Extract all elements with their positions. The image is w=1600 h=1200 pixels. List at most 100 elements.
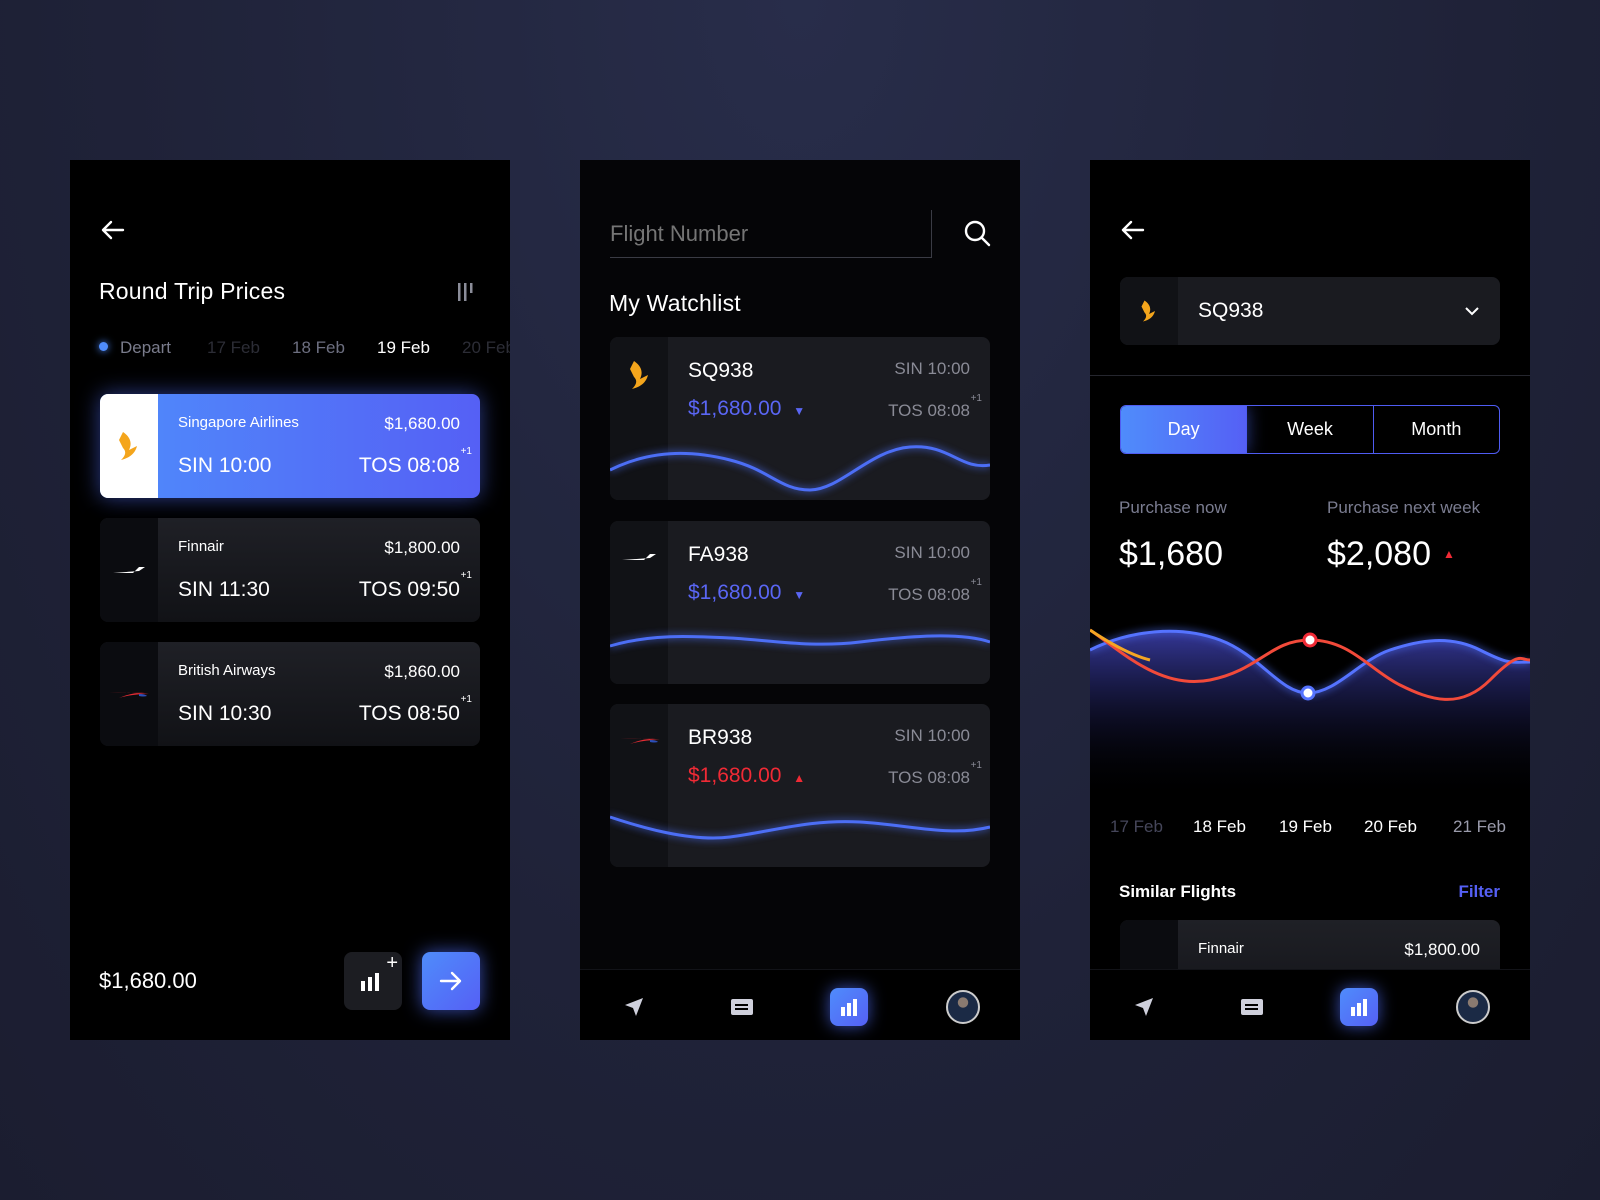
singapore-airlines-logo <box>1120 277 1178 345</box>
watchlist-screen: My Watchlist SQ938 $1,680.00 ▼ SIN 10:00… <box>580 160 1020 1040</box>
flight-code: SQ938 <box>688 359 754 382</box>
navigate-icon[interactable] <box>1125 988 1163 1026</box>
filter-link[interactable]: Filter <box>1458 882 1500 902</box>
flight-card-singapore[interactable]: Singapore Airlines $1,680.00 SIN 10:00 T… <box>100 394 480 498</box>
watch-price: $1,680.00 ▼ <box>688 397 805 421</box>
add-to-watchlist-button[interactable]: + <box>344 952 402 1010</box>
tab-week[interactable]: Week <box>1246 406 1372 453</box>
selected-flight: SQ938 <box>1198 299 1264 322</box>
price-trend-line <box>610 815 990 840</box>
depart-label: Depart <box>120 338 172 357</box>
profile-avatar[interactable] <box>1456 990 1490 1024</box>
next-day-badge: +1 <box>460 446 472 457</box>
round-trip-screen: Round Trip Prices Depart 17 Feb 18 Feb 1… <box>70 160 510 1040</box>
price-trend-line <box>610 634 990 648</box>
chart-date-20-feb[interactable]: 20 Feb <box>1364 817 1417 837</box>
chart-date-17-feb[interactable]: 17 Feb <box>1110 817 1163 837</box>
watchlist-item-fa938[interactable]: FA938 $1,680.00 ▼ SIN 10:00 TOS 08:08 +1 <box>610 521 990 684</box>
tab-day[interactable]: Day <box>1121 406 1247 453</box>
stats-icon[interactable] <box>1340 988 1378 1026</box>
next-day-badge: +1 <box>460 694 472 705</box>
trend-up-icon: ▲ <box>793 771 806 785</box>
price-forecast-chart <box>1090 628 1530 800</box>
chart-date-18-feb[interactable]: 18 Feb <box>1193 817 1246 837</box>
watch-price: $1,680.00 ▼ <box>688 581 805 605</box>
trend-down-icon: ▼ <box>793 588 806 602</box>
price-trend-line <box>610 445 990 492</box>
period-tabs: Day Week Month <box>1120 405 1500 454</box>
chart-point-red[interactable] <box>1302 632 1318 648</box>
chart-date-19-feb[interactable]: 19 Feb <box>1279 817 1332 837</box>
finnair-logo <box>100 518 158 622</box>
back-arrow-icon[interactable] <box>98 215 128 245</box>
flight-detail-screen: SQ938 Day Week Month Purchase now $1,680… <box>1090 160 1530 1040</box>
departure: SIN 10:00 <box>894 359 970 378</box>
arrival: TOS 08:08 <box>888 768 970 787</box>
depart-dot <box>99 342 108 351</box>
flight-card-finnair[interactable]: Finnair $1,800.00 SIN 11:30 TOS 09:50 +1 <box>100 518 480 622</box>
filter-bars-icon[interactable] <box>456 280 476 302</box>
singapore-airlines-logo <box>100 394 158 498</box>
departure: SIN 10:00 <box>178 454 272 477</box>
purchase-now-value: $1,680 <box>1119 535 1223 573</box>
flight-code: BR938 <box>688 726 753 749</box>
flight-code: FA938 <box>688 543 749 566</box>
next-day-badge: +1 <box>460 570 472 581</box>
profile-avatar[interactable] <box>946 990 980 1024</box>
departure: SIN 11:30 <box>178 578 270 601</box>
navigate-icon[interactable] <box>615 988 653 1026</box>
date-17-feb[interactable]: 17 Feb <box>207 338 260 358</box>
departure: SIN 10:30 <box>178 702 272 725</box>
total-price: $1,680.00 <box>99 968 197 993</box>
back-arrow-icon[interactable] <box>1118 215 1148 245</box>
watchlist-item-br938[interactable]: BR938 $1,680.00 ▲ SIN 10:00 TOS 08:08 +1 <box>610 704 990 867</box>
purchase-next-week-value: $2,080 <box>1327 535 1431 573</box>
chart-point-blue[interactable] <box>1300 685 1316 701</box>
arrival: TOS 08:08 <box>888 585 970 604</box>
tickets-icon[interactable] <box>1233 988 1271 1026</box>
price-value: $1,680.00 <box>688 581 782 604</box>
airline-name: Finnair <box>178 538 224 555</box>
watchlist-title: My Watchlist <box>609 290 741 316</box>
trend-up-icon: ▲ <box>1443 547 1455 561</box>
flight-price: $1,860.00 <box>384 662 460 681</box>
search-icon[interactable] <box>962 218 992 248</box>
flight-price: $1,680.00 <box>384 414 460 433</box>
plus-sign: + <box>386 952 398 974</box>
flight-select-dropdown[interactable]: SQ938 <box>1120 277 1500 345</box>
page-title: Round Trip Prices <box>99 278 286 304</box>
flight-number-input[interactable] <box>610 210 932 258</box>
arrival: TOS 08:08 <box>888 401 970 420</box>
next-day-badge: +1 <box>970 760 982 771</box>
next-day-badge: +1 <box>970 577 982 588</box>
similar-flights-title: Similar Flights <box>1119 882 1237 901</box>
arrival: TOS 08:08 <box>358 454 460 477</box>
next-day-badge: +1 <box>970 393 982 404</box>
date-20-feb[interactable]: 20 Feb <box>462 338 510 358</box>
price-value: $1,680.00 <box>688 764 782 787</box>
stats-plus-icon <box>361 973 379 991</box>
purchase-now-label: Purchase now <box>1119 498 1227 517</box>
chart-date-21-feb[interactable]: 21 Feb <box>1453 817 1506 837</box>
purchase-next-week-label: Purchase next week <box>1327 498 1481 517</box>
watchlist-item-sq938[interactable]: SQ938 $1,680.00 ▼ SIN 10:00 TOS 08:08 +1 <box>610 337 990 500</box>
airline-name: Singapore Airlines <box>178 414 299 431</box>
flight-card-british-airways[interactable]: British Airways $1,860.00 SIN 10:30 TOS … <box>100 642 480 746</box>
continue-button[interactable] <box>422 952 480 1010</box>
departure: SIN 10:00 <box>894 543 970 562</box>
departure: SIN 10:00 <box>894 726 970 745</box>
trend-down-icon: ▼ <box>793 404 806 418</box>
bottom-nav <box>580 969 1020 1040</box>
chevron-down-icon <box>1465 307 1479 316</box>
flight-price: $1,800.00 <box>1404 940 1480 959</box>
flight-price: $1,800.00 <box>384 538 460 557</box>
bottom-nav <box>1090 969 1530 1040</box>
stats-icon[interactable] <box>830 988 868 1026</box>
tab-month[interactable]: Month <box>1372 406 1499 453</box>
british-airways-logo <box>100 642 158 746</box>
date-18-feb[interactable]: 18 Feb <box>292 338 345 358</box>
airline-name: Finnair <box>1198 940 1244 957</box>
date-19-feb[interactable]: 19 Feb <box>377 338 430 358</box>
tickets-icon[interactable] <box>723 988 761 1026</box>
price-value: $1,680.00 <box>688 397 782 420</box>
